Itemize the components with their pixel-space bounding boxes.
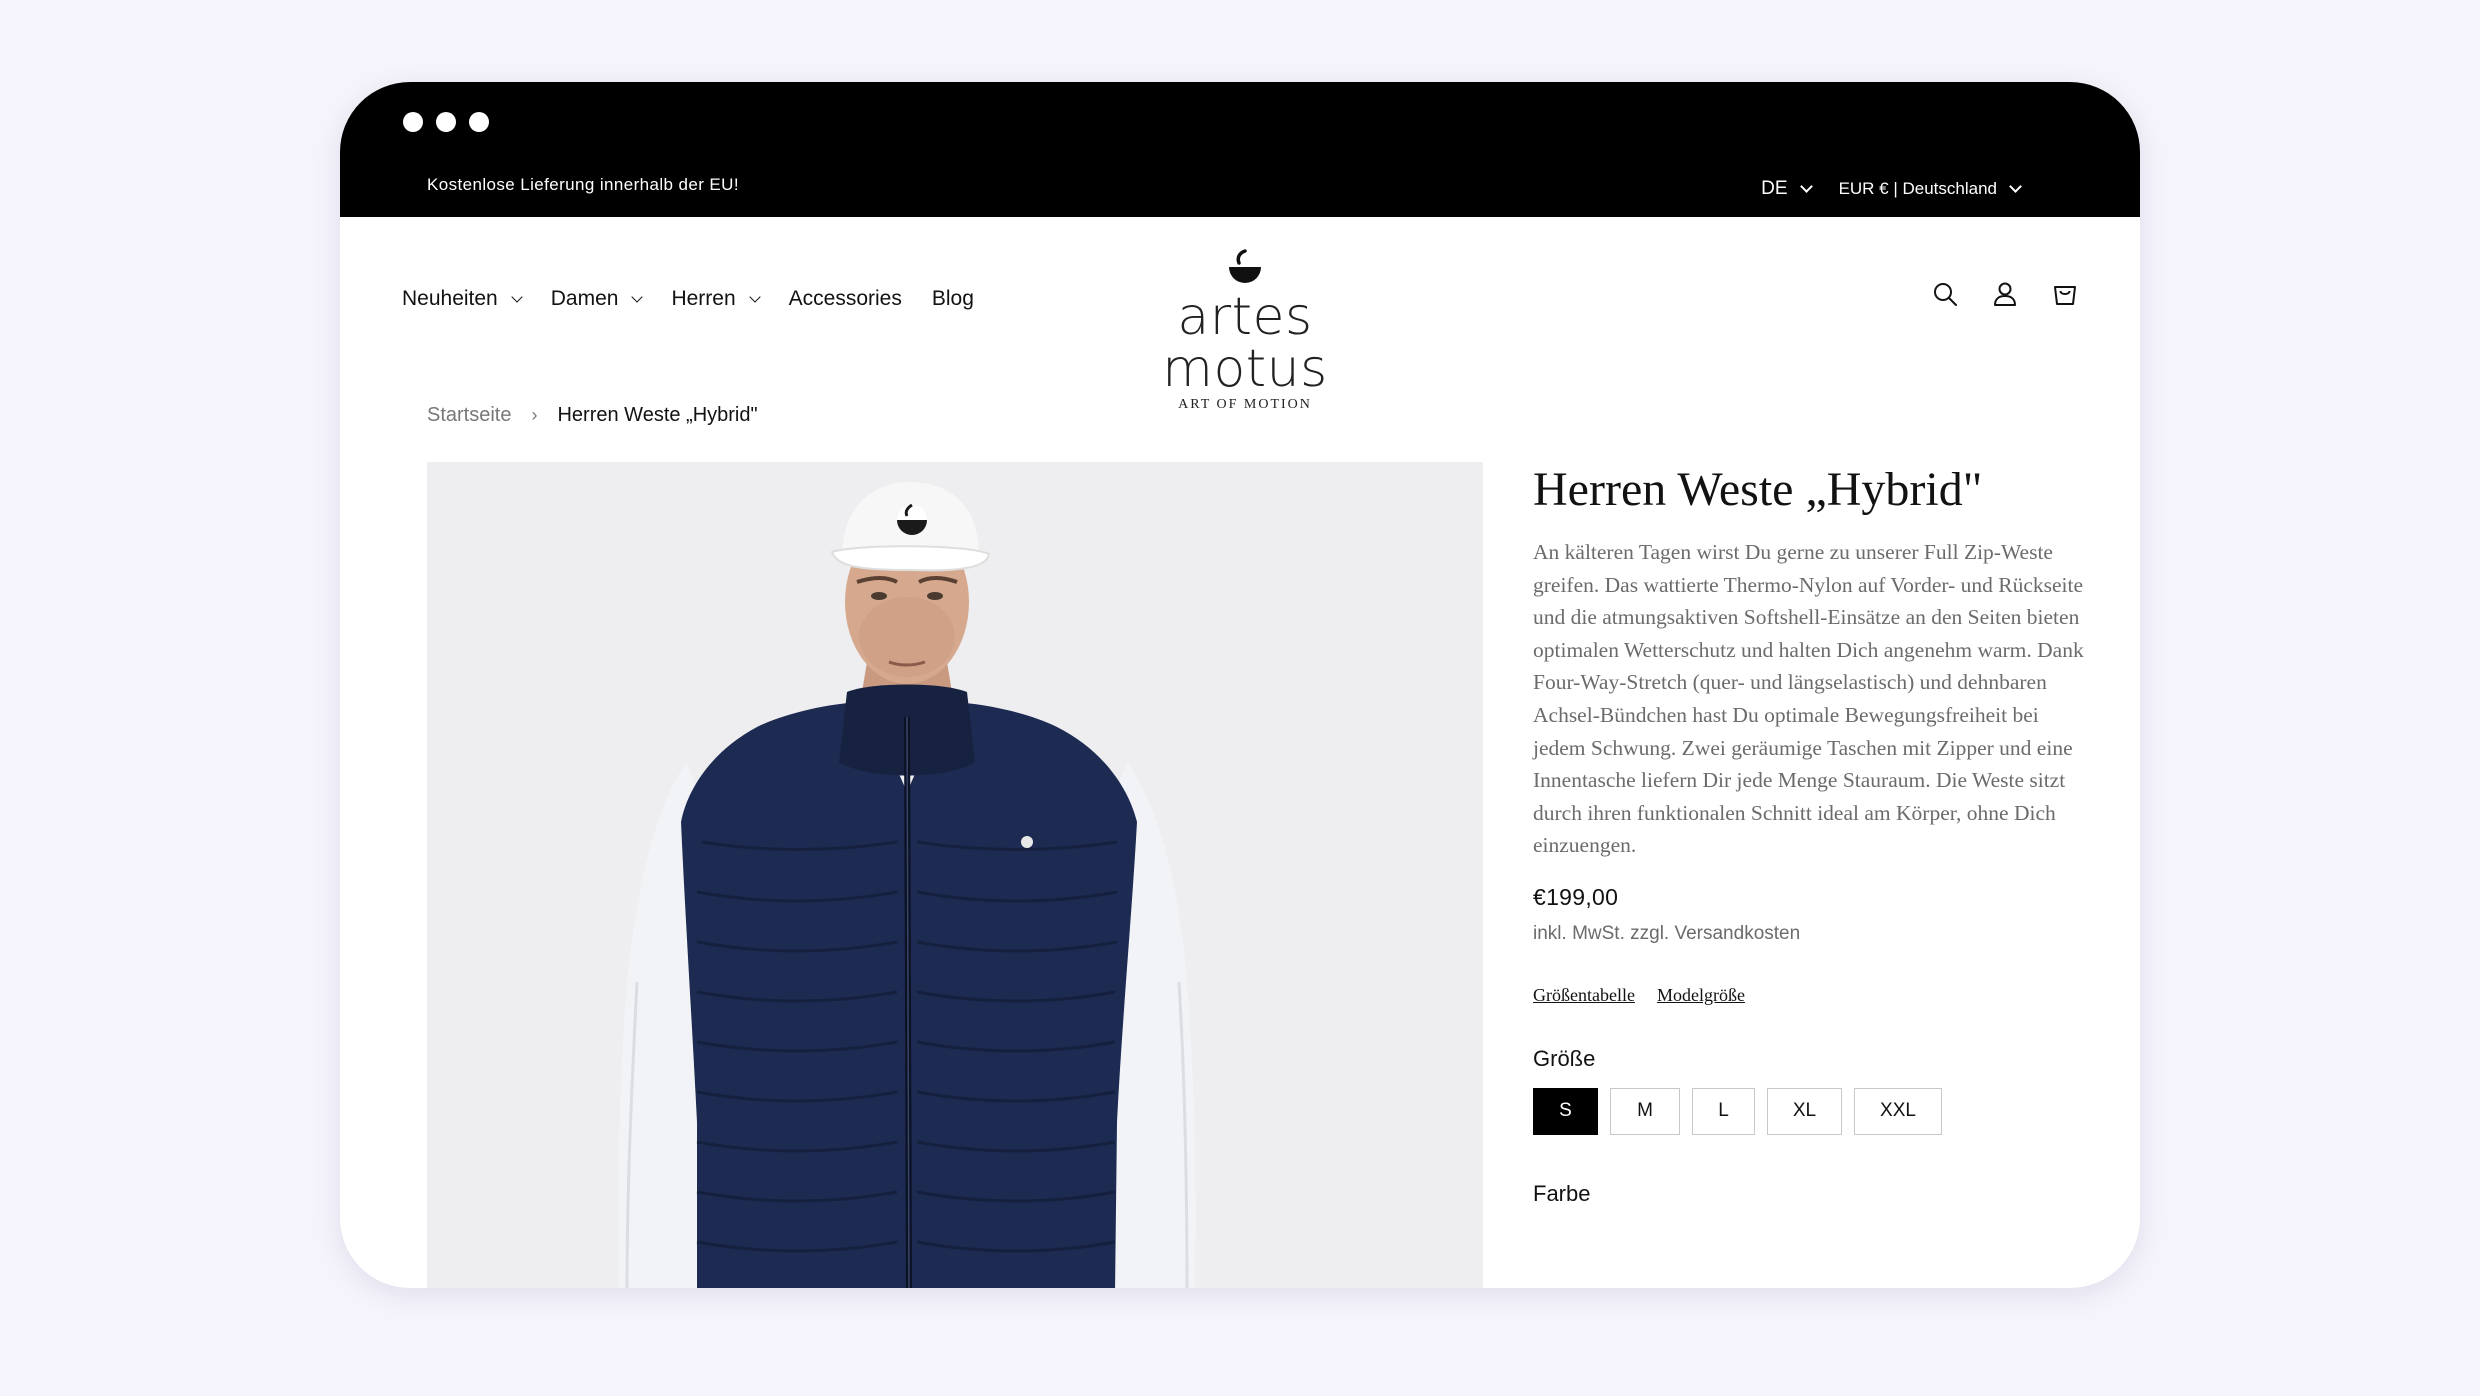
size-option-xl[interactable]: XL: [1767, 1087, 1842, 1135]
chevron-down-icon: [1799, 180, 1813, 193]
size-info-links: Größentabelle Modelgröße: [1533, 985, 2093, 1006]
nav-item-blog[interactable]: Blog: [932, 287, 974, 311]
window-controls: [403, 112, 489, 132]
product-description: An kälteren Tagen wirst Du gerne zu unse…: [1533, 540, 2084, 858]
window-dot[interactable]: [403, 112, 423, 132]
nav-item-label: Neuheiten: [402, 287, 498, 310]
breadcrumb: Startseite › Herren Weste „Hybrid": [427, 404, 758, 427]
size-label: Größe: [1533, 1045, 1596, 1071]
tax-note: inkl. MwSt. zzgl. Versandkosten: [1533, 922, 1801, 944]
browser-window: Kostenlose Lieferung innerhalb der EU! D…: [340, 82, 2140, 1288]
logo-wordmark: artes motus: [1162, 287, 1328, 399]
window-dot[interactable]: [436, 112, 456, 132]
header-icons: [1932, 281, 2078, 307]
site-header: Neuheiten Damen Herren Accessories Blog: [340, 217, 2140, 412]
breadcrumb-current: Herren Weste „Hybrid": [557, 404, 758, 426]
chevron-down-icon: [511, 290, 523, 303]
chevron-right-icon: ›: [531, 405, 538, 425]
chevron-down-icon: [748, 290, 761, 303]
size-option-xxl[interactable]: XXL: [1854, 1087, 1942, 1135]
logo-mark-icon: [1229, 249, 1261, 283]
size-option-l[interactable]: L: [1692, 1087, 1755, 1135]
account-icon[interactable]: [1992, 281, 2018, 307]
nav-item-label: Blog: [931, 287, 974, 310]
window-dot[interactable]: [469, 112, 489, 132]
currency-country-value: EUR € | Deutschland: [1838, 179, 1997, 198]
chevron-down-icon: [2009, 180, 2022, 193]
nav-item-herren[interactable]: Herren: [671, 287, 761, 311]
nav-item-damen[interactable]: Damen: [550, 287, 644, 311]
size-chart-link[interactable]: Größentabelle: [1533, 985, 1635, 1006]
locale-selectors: DE EUR € | Deutschland: [1761, 178, 2022, 200]
site-logo[interactable]: artes motus ART OF MOTION: [1105, 247, 1385, 412]
language-value: DE: [1761, 178, 1788, 199]
currency-country-selector[interactable]: EUR € | Deutschland: [1838, 179, 2022, 199]
product-price: €199,00: [1533, 883, 1619, 910]
size-option-m[interactable]: M: [1610, 1087, 1680, 1135]
search-icon[interactable]: [1932, 281, 1958, 307]
cart-icon[interactable]: [2052, 281, 2078, 307]
nav-item-label: Damen: [550, 287, 619, 310]
nav-item-accessories[interactable]: Accessories: [789, 287, 902, 311]
nav-item-label: Accessories: [788, 287, 902, 310]
announcement-text: Kostenlose Lieferung innerhalb der EU!: [427, 175, 739, 194]
product-info: Herren Weste „Hybrid" An kälteren Tagen …: [1533, 462, 2093, 1207]
product-title: Herren Weste „Hybrid": [1533, 463, 1983, 516]
language-selector[interactable]: DE: [1761, 178, 1813, 200]
logo-tagline: ART OF MOTION: [1178, 397, 1312, 412]
chevron-down-icon: [631, 290, 644, 303]
nav-item-label: Herren: [671, 287, 736, 310]
model-size-link[interactable]: Modelgröße: [1657, 985, 1745, 1006]
color-label: Farbe: [1533, 1180, 1591, 1206]
main-nav: Neuheiten Damen Herren Accessories Blog: [402, 287, 974, 311]
size-options: S M L XL XXL: [1533, 1087, 2093, 1135]
announcement-bar: Kostenlose Lieferung innerhalb der EU! D…: [340, 82, 2140, 217]
product-image[interactable]: [427, 462, 1483, 1288]
size-option-s[interactable]: S: [1533, 1087, 1598, 1135]
product-photo-illustration: [427, 462, 1483, 1288]
breadcrumb-home-link[interactable]: Startseite: [427, 404, 511, 427]
nav-item-neuheiten[interactable]: Neuheiten: [402, 287, 523, 311]
